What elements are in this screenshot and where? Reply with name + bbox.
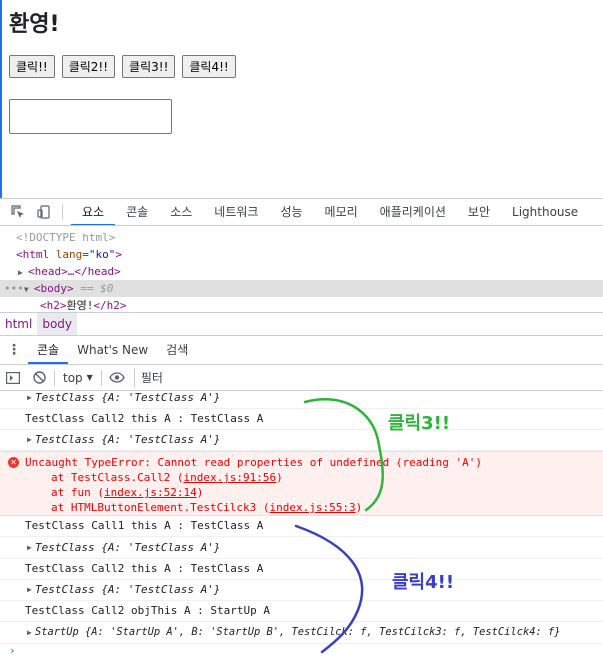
devtools-tabbar: 요소 콘솔 소스 네트워크 성능 메모리 애플리케이션 보안 Lighthous… — [0, 199, 603, 226]
breadcrumb-html[interactable]: html — [0, 313, 37, 335]
tab-sources[interactable]: 소스 — [159, 199, 203, 225]
console-prompt-row[interactable]: › — [0, 644, 603, 658]
clear-console-icon[interactable] — [26, 366, 52, 390]
toolbar-divider — [62, 204, 63, 220]
toolbar-divider — [100, 369, 102, 386]
log-text: TestClass Call2 this A : TestClass A — [25, 412, 264, 425]
html-lang-attr: lang — [55, 248, 83, 261]
html-open-tag: <html — [16, 248, 56, 261]
click-button[interactable]: 클릭!! — [9, 55, 55, 78]
tab-performance[interactable]: 성능 — [269, 199, 313, 225]
toolbar-divider — [54, 369, 55, 386]
prompt-chevron-icon: › — [9, 644, 16, 657]
tab-lighthouse[interactable]: Lighthouse — [501, 199, 589, 225]
error-icon: ✕ — [8, 457, 19, 468]
click2-button[interactable]: 클릭2!! — [61, 55, 116, 78]
h2-text: 환영! — [66, 299, 94, 312]
tab-network[interactable]: 네트워크 — [203, 199, 269, 225]
body-node-selected[interactable]: •••▼ <body> == $0 — [0, 280, 603, 297]
log-text: TestClass {A: 'TestClass A'} — [35, 391, 221, 404]
drawer-tab-whats-new[interactable]: What's New — [68, 336, 157, 364]
log-text: TestClass Call2 this A : TestClass A — [25, 562, 264, 575]
error-message: Uncaught TypeError: Cannot read properti… — [25, 455, 603, 470]
expand-triangle-icon[interactable]: ▶ — [27, 580, 32, 600]
console-log: ▶ TestClass {A: 'TestClass A'} TestClass… — [0, 387, 603, 658]
drawer-tab-console[interactable]: 콘솔 — [28, 336, 69, 364]
log-row[interactable]: ▶ TestClass {A: 'TestClass A'} — [0, 387, 603, 409]
log-text: TestClass Call1 this A : TestClass A — [25, 519, 264, 532]
click4-button[interactable]: 클릭4!! — [182, 55, 236, 78]
doctype-node: <!DOCTYPE html> — [16, 231, 116, 244]
device-toolbar-icon[interactable] — [36, 204, 52, 220]
log-row[interactable]: ▶ TestClass {A: 'TestClass A'} — [0, 430, 603, 451]
tab-console[interactable]: 콘솔 — [115, 199, 159, 225]
drawer-tabbar: ⋮ 콘솔 What's New 검색 — [0, 336, 603, 365]
html-close-bracket: > — [115, 248, 122, 261]
log-text: TestClass {A: 'TestClass A'} — [35, 433, 221, 446]
click3-annotation: 클릭3!! — [388, 413, 451, 434]
log-row: TestClass Call1 this A : TestClass A — [0, 516, 603, 537]
stack-fn: at TestClass.Call2 ( — [51, 471, 184, 484]
expand-triangle-icon[interactable]: ▶ — [27, 387, 32, 408]
h2-open-tag: <h2> — [40, 299, 67, 312]
error-log-row[interactable]: ✕ Uncaught TypeError: Cannot read proper… — [0, 451, 603, 516]
body-eq-suffix: == $0 — [73, 282, 114, 295]
source-link[interactable]: index.js:91:56 — [183, 471, 276, 484]
expand-triangle-icon[interactable]: ▶ — [27, 622, 32, 643]
stack-fn: at fun ( — [51, 486, 104, 499]
log-text: TestClass Call2 objThis A : StartUp A — [25, 604, 271, 617]
source-link[interactable]: index.js:52:14 — [104, 486, 197, 499]
h2-close-tag: </h2> — [93, 299, 127, 312]
click4-annotation: 클릭4!! — [392, 572, 455, 593]
stack-frame: at fun (index.js:52:14) — [51, 486, 204, 499]
drawer-tab-search[interactable]: 검색 — [157, 336, 197, 364]
log-row: TestClass Call2 this A : TestClass A — [0, 559, 603, 580]
web-page: 환영! 클릭!! 클릭2!! 클릭3!! 클릭4!! — [0, 0, 603, 198]
drawer-menu-icon[interactable]: ⋮ — [0, 342, 28, 358]
head-node[interactable]: ▶ <head>…</head> — [0, 263, 603, 280]
breadcrumb-body[interactable]: body — [37, 313, 78, 335]
stack-frame: at HTMLButtonElement.TestCilck3 (index.j… — [51, 501, 363, 514]
html-lang-value: "ko" — [88, 248, 116, 261]
tab-elements[interactable]: 요소 — [71, 199, 116, 225]
text-area[interactable] — [9, 99, 172, 134]
expand-triangle-icon[interactable]: ▶ — [27, 430, 32, 450]
sidebar-toggle-icon[interactable] — [0, 366, 26, 390]
head-collapsed-tag: <head>…</head> — [28, 265, 121, 278]
tab-security[interactable]: 보안 — [457, 199, 501, 225]
expand-triangle-icon[interactable]: ▶ — [18, 264, 28, 281]
h2-node[interactable]: <h2>환영!</h2> — [0, 297, 603, 314]
log-text: Uncaught TypeError: Cannot read properti… — [25, 456, 482, 469]
log-row[interactable]: ▶ StartUp {A: 'StartUp A', B: 'StartUp B… — [0, 622, 603, 644]
source-link[interactable]: index.js:55:3 — [270, 501, 356, 514]
filter-input[interactable]: 필터 — [133, 367, 603, 388]
context-selector[interactable]: top ▼ — [57, 371, 99, 385]
click3-button[interactable]: 클릭3!! — [122, 55, 176, 78]
tab-application[interactable]: 애플리케이션 — [369, 199, 457, 225]
collapse-triangle-icon[interactable]: ▼ — [24, 281, 34, 298]
log-text: TestClass {A: 'TestClass A'} — [35, 583, 221, 596]
tab-memory[interactable]: 메모리 — [314, 199, 369, 225]
expand-triangle-icon[interactable]: ▶ — [27, 537, 32, 558]
dom-tree: <!DOCTYPE html> <html lang="ko"> ▶ <head>… — [0, 226, 603, 312]
context-value: top — [63, 370, 83, 385]
log-row[interactable]: ▶ TestClass {A: 'TestClass A'} — [0, 580, 603, 601]
dropdown-arrow-icon: ▼ — [86, 373, 93, 382]
log-text: TestClass {A: 'TestClass A'} — [35, 541, 221, 554]
live-expression-eye-icon[interactable] — [104, 366, 130, 390]
log-text: StartUp {A: 'StartUp A', B: 'StartUp B',… — [35, 626, 561, 638]
inspect-element-icon[interactable] — [10, 204, 26, 220]
stack-fn: at HTMLButtonElement.TestCilck3 ( — [51, 501, 270, 514]
html-node[interactable]: <html lang="ko"> — [0, 246, 603, 263]
body-tag: <body> — [33, 282, 74, 295]
stack-frame: at TestClass.Call2 (index.js:91:56) — [51, 471, 283, 484]
log-row: TestClass Call2 this A : TestClass A — [0, 409, 603, 430]
ellipsis-icon[interactable]: ••• — [4, 282, 24, 295]
breadcrumb: html body — [0, 312, 603, 336]
log-row[interactable]: ▶ TestClass {A: 'TestClass A'} — [0, 537, 603, 559]
page-heading: 환영! — [9, 12, 60, 37]
button-row: 클릭!! 클릭2!! 클릭3!! 클릭4!! — [9, 55, 236, 78]
log-row: TestClass Call2 objThis A : StartUp A — [0, 601, 603, 622]
